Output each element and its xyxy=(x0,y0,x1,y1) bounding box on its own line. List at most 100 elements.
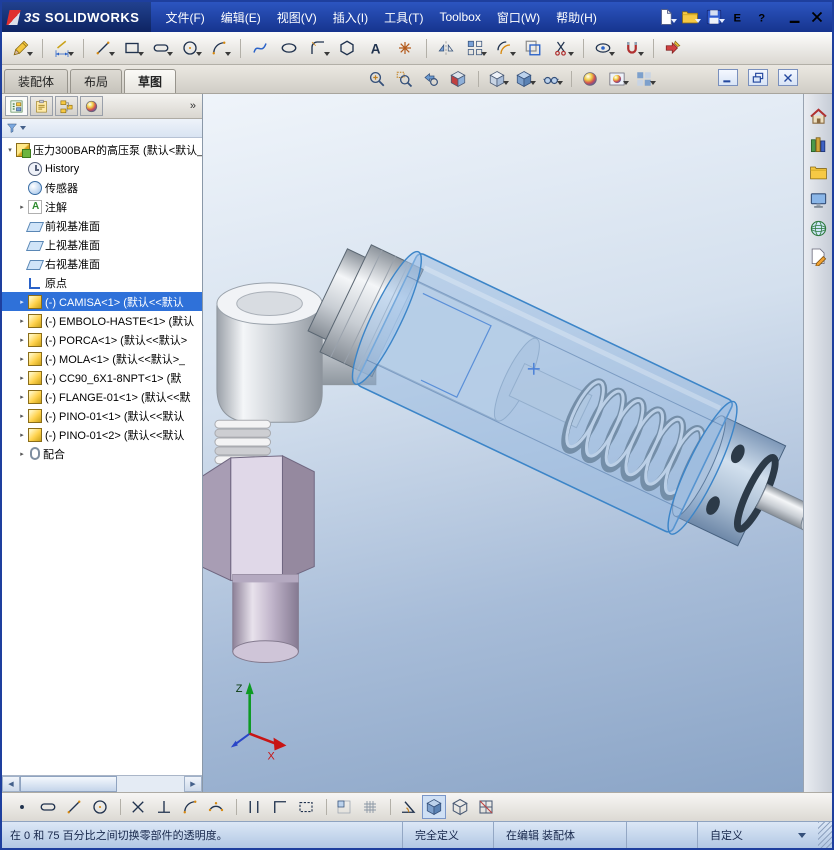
help-button[interactable] xyxy=(750,5,774,29)
grid-cell-tool-button[interactable] xyxy=(326,795,356,819)
solidworks-resources-tab[interactable] xyxy=(806,104,830,128)
wireframe-view-button[interactable] xyxy=(448,795,472,819)
horizontal-scrollbar[interactable]: ◀ ▶ xyxy=(2,775,202,792)
scrollbar-track[interactable] xyxy=(20,776,184,792)
zoom-to-area-button[interactable] xyxy=(391,67,417,91)
line-tool-button[interactable] xyxy=(62,795,86,819)
polygon-button[interactable] xyxy=(333,35,360,62)
camisa-part-selected[interactable] xyxy=(342,246,748,541)
tree-filter-bar[interactable] xyxy=(2,119,202,138)
tree-item[interactable]: ▸ (-) PORCA<1> (默认<<默认> xyxy=(2,330,202,349)
scroll-right-arrow[interactable]: ▶ xyxy=(184,776,202,792)
expand-icon[interactable]: ▸ xyxy=(17,336,27,344)
hex-fitting-part[interactable] xyxy=(203,455,315,582)
apply-scene-button[interactable] xyxy=(604,67,630,91)
featuremanager-tab[interactable] xyxy=(5,96,28,116)
dashed-rectangle-tool-button[interactable] xyxy=(294,795,318,819)
expand-icon[interactable]: ▸ xyxy=(17,393,27,401)
tree-item[interactable]: ▸ (-) FLANGE-01<1> (默认<<默 xyxy=(2,387,202,406)
new-document-button[interactable] xyxy=(654,5,678,29)
sketch-button[interactable] xyxy=(7,35,34,62)
doc-minimize-button[interactable] xyxy=(718,69,738,86)
tree-item[interactable]: ▸ 配合 xyxy=(2,444,202,463)
tree-item[interactable]: 上视基准面 xyxy=(2,235,202,254)
quick-snaps-button[interactable] xyxy=(618,35,645,62)
expand-icon[interactable]: ▸ xyxy=(17,374,27,382)
scroll-left-arrow[interactable]: ◀ xyxy=(2,776,20,792)
units-selector[interactable]: 自定义 xyxy=(697,822,818,848)
text-button[interactable] xyxy=(362,35,389,62)
point-tool-button[interactable] xyxy=(10,795,34,819)
cad-model[interactable]: Z X xyxy=(203,94,803,792)
tree-item[interactable]: ▸ (-) PINO-01<1> (默认<<默认 xyxy=(2,406,202,425)
tree-item[interactable]: 原点 xyxy=(2,273,202,292)
graphics-viewport[interactable]: Z X xyxy=(203,94,803,792)
menu-window[interactable]: 窗口(W) xyxy=(489,6,548,29)
mirror-entities-button[interactable] xyxy=(426,35,459,62)
design-library-tab[interactable] xyxy=(806,132,830,156)
menu-help[interactable]: 帮助(H) xyxy=(548,6,605,29)
display-relations-button[interactable] xyxy=(583,35,616,62)
stem-part[interactable] xyxy=(232,573,299,663)
display-style-button[interactable] xyxy=(511,67,537,91)
corner-tool-button[interactable] xyxy=(268,795,292,819)
save-button[interactable] xyxy=(702,5,726,29)
expand-icon[interactable]: ▸ xyxy=(17,412,27,420)
tab-assembly[interactable]: 装配体 xyxy=(4,69,69,93)
menu-toolbox[interactable]: Toolbox xyxy=(431,7,488,27)
appearances-scenes-tab[interactable] xyxy=(806,216,830,240)
configurationmanager-tab[interactable] xyxy=(55,96,78,116)
point-button[interactable] xyxy=(391,35,418,62)
menu-tools[interactable]: 工具(T) xyxy=(376,6,431,29)
slot-tool-button[interactable] xyxy=(36,795,60,819)
intersection-tool-button[interactable] xyxy=(120,795,150,819)
tree-item[interactable]: 传感器 xyxy=(2,178,202,197)
tree-item[interactable]: ▸ (-) CC90_6X1-8NPT<1> (默 xyxy=(2,368,202,387)
perpendicular-tool-button[interactable] xyxy=(152,795,176,819)
straight-slot-button[interactable] xyxy=(147,35,174,62)
tree-item[interactable]: ▾ 压力300BAR的高压泵 (默认<默认_ xyxy=(2,140,202,159)
open-button[interactable] xyxy=(678,5,702,29)
section-grid-button[interactable] xyxy=(474,795,498,819)
menu-view[interactable]: 视图(V) xyxy=(269,6,325,29)
tree-item[interactable]: History xyxy=(2,159,202,178)
zoom-to-fit-button[interactable] xyxy=(364,67,390,91)
expand-icon[interactable]: ▸ xyxy=(17,298,27,306)
menu-edit[interactable]: 编辑(E) xyxy=(213,6,269,29)
tab-layout[interactable]: 布局 xyxy=(70,69,123,93)
expand-icon[interactable]: ▸ xyxy=(17,450,27,458)
scrollbar-thumb[interactable] xyxy=(20,776,118,792)
tree-item[interactable]: ▸ (-) PINO-01<2> (默认<<默认 xyxy=(2,425,202,444)
view-orientation-button[interactable] xyxy=(478,67,510,91)
spline-button[interactable] xyxy=(240,35,273,62)
tree-item[interactable]: ▸ (-) CAMISA<1> (默认<<默认 xyxy=(2,292,202,311)
circle-tool-button[interactable] xyxy=(176,35,203,62)
expand-icon[interactable]: ▸ xyxy=(17,431,27,439)
angle-snap-button[interactable] xyxy=(390,795,420,819)
expand-icon[interactable]: ▸ xyxy=(17,203,27,211)
linear-pattern-button[interactable] xyxy=(461,35,488,62)
smart-dimension-button[interactable] xyxy=(42,35,75,62)
panel-expand-chevrons[interactable]: » xyxy=(190,100,202,112)
doc-restore-button[interactable] xyxy=(748,69,768,86)
custom-properties-tab[interactable] xyxy=(806,244,830,268)
expand-icon[interactable]: ▸ xyxy=(17,355,27,363)
centerpoint-arc-button[interactable] xyxy=(205,35,232,62)
grid-display-button[interactable] xyxy=(358,795,382,819)
exit-sketch-button[interactable] xyxy=(653,35,686,62)
previous-view-button[interactable] xyxy=(418,67,444,91)
minimize-window-button[interactable] xyxy=(784,7,806,27)
corner-rectangle-button[interactable] xyxy=(118,35,145,62)
three-point-arc-tool-button[interactable] xyxy=(204,795,228,819)
tree-item[interactable]: ▸ (-) EMBOLO-HASTE<1> (默认 xyxy=(2,311,202,330)
displaymanager-tab[interactable] xyxy=(80,96,103,116)
circle-tool-button[interactable] xyxy=(88,795,112,819)
resize-grip[interactable] xyxy=(818,822,832,848)
ellipse-button[interactable] xyxy=(275,35,302,62)
email-button[interactable] xyxy=(726,5,750,29)
expand-icon[interactable]: ▸ xyxy=(17,317,27,325)
line-tool-button[interactable] xyxy=(83,35,116,62)
section-view-button[interactable] xyxy=(445,67,471,91)
view-settings-button[interactable] xyxy=(631,67,657,91)
offset-entities-button[interactable] xyxy=(490,35,517,62)
